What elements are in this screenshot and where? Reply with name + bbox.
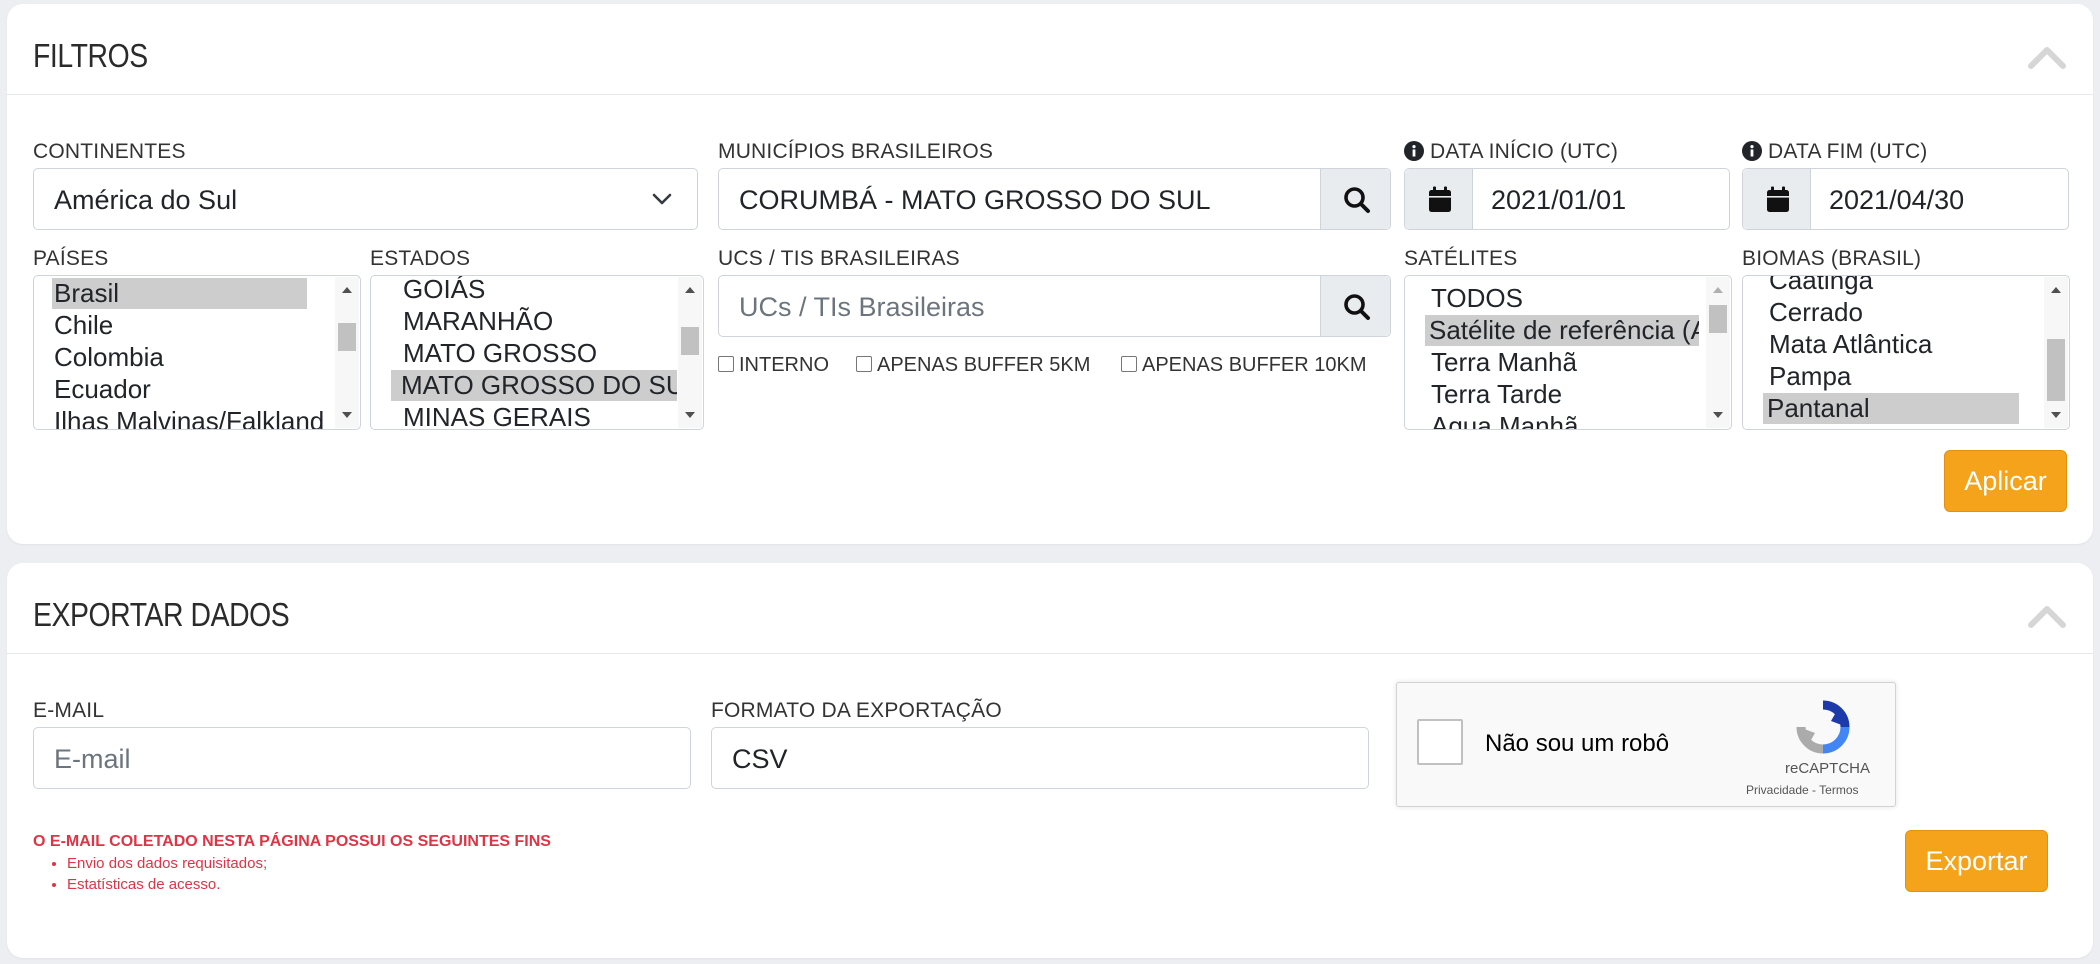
list-item[interactable]: MATO GROSSO DO SUL [391, 370, 677, 401]
checkbox-box[interactable] [718, 356, 734, 372]
list-item[interactable]: GOIÁS [401, 276, 485, 305]
continents-label: CONTINENTES [33, 140, 186, 163]
start-date-input[interactable]: 2021/01/01 [1404, 168, 1730, 230]
list-item: Estatísticas de acesso. [67, 876, 267, 893]
interno-label: INTERNO [739, 354, 829, 376]
biomes-label: BIOMAS (BRASIL) [1742, 247, 1922, 270]
export-title: EXPORTAR DADOS [33, 596, 290, 633]
list-item[interactable]: Pantanal [1763, 393, 2019, 424]
filters-header: FILTROS [7, 4, 2093, 95]
list-item[interactable]: Cerrado [1767, 297, 1863, 328]
export-format-select[interactable]: CSV [711, 727, 1369, 789]
recaptcha-widget: Não sou um robô reCAPTCHA Privacidade - … [1396, 682, 1896, 807]
list-item[interactable]: Colombia [52, 342, 164, 373]
continents-select[interactable]: América do Sul [33, 168, 698, 230]
recaptcha-label: Não sou um robô [1485, 730, 1670, 757]
continents-value: América do Sul [54, 185, 238, 215]
states-scrollbar[interactable] [678, 277, 702, 428]
info-icon [1404, 141, 1424, 161]
chevron-up-icon[interactable] [2027, 44, 2067, 70]
biomes-scrollbar[interactable] [2044, 277, 2068, 428]
list-item[interactable]: Chile [52, 310, 113, 341]
export-button[interactable]: Exportar [1905, 830, 2048, 892]
list-item[interactable]: Terra Tarde [1429, 379, 1562, 410]
countries-label: PAÍSES [33, 247, 109, 270]
buffer10-label: APENAS BUFFER 10KM [1142, 354, 1367, 376]
list-item[interactable]: Pampa [1767, 361, 1851, 392]
list-item: Envio dos dados requisitados; [67, 855, 267, 872]
list-item[interactable]: Ecuador [52, 374, 151, 405]
municipalities-label: MUNICÍPIOS BRASILEIROS [718, 140, 994, 163]
list-item[interactable]: TODOS [1429, 283, 1523, 314]
satellites-listbox[interactable]: TODOS Satélite de referência (A Terra Ma… [1404, 275, 1732, 430]
satellites-scrollbar[interactable] [1706, 277, 1730, 428]
list-item[interactable]: Mata Atlântica [1767, 329, 1932, 360]
buffer5-label: APENAS BUFFER 5KM [877, 354, 1091, 376]
end-date-label-text: DATA FIM (UTC) [1768, 140, 1928, 163]
states-label: ESTADOS [370, 247, 471, 270]
email-placeholder: E-mail [54, 744, 131, 774]
biomes-listbox[interactable]: Caatinga Cerrado Mata Atlântica Pampa Pa… [1742, 275, 2070, 430]
list-item[interactable]: MATO GROSSO [401, 338, 597, 369]
ucs-placeholder: UCs / TIs Brasileiras [739, 292, 985, 322]
end-date-input[interactable]: 2021/04/30 [1742, 168, 2069, 230]
start-date-label: DATA INÍCIO (UTC) [1404, 140, 1618, 164]
ucs-search-button[interactable] [1320, 276, 1390, 336]
list-item[interactable]: Aqua Manhã [1429, 411, 1578, 429]
municipalities-value: CORUMBÁ - MATO GROSSO DO SUL [739, 185, 1211, 215]
chevron-down-icon [652, 193, 672, 205]
apply-button[interactable]: Aplicar [1944, 450, 2067, 512]
list-item[interactable]: Ilhas Malvinas/Falkland [52, 406, 324, 429]
filters-title: FILTROS [33, 37, 148, 74]
email-label: E-MAIL [33, 699, 105, 722]
buffer5-checkbox[interactable]: APENAS BUFFER 5KM [856, 354, 1090, 377]
end-date-calendar-button[interactable] [1743, 169, 1811, 229]
states-listbox[interactable]: GOIÁS MARANHÃO MATO GROSSO MATO GROSSO D… [370, 275, 704, 430]
list-item[interactable]: Caatinga [1767, 276, 1873, 296]
export-panel: EXPORTAR DADOS E-MAIL FORMATO DA EXPORTA… [7, 563, 2093, 958]
recaptcha-logo-icon [1796, 700, 1850, 754]
checkbox-box[interactable] [1121, 356, 1137, 372]
municipalities-input[interactable]: CORUMBÁ - MATO GROSSO DO SUL [718, 168, 1391, 230]
ucs-input[interactable]: UCs / TIs Brasileiras [718, 275, 1391, 337]
interno-checkbox[interactable]: INTERNO [718, 354, 829, 377]
list-item[interactable]: Satélite de referência (A [1425, 315, 1699, 346]
chevron-up-icon[interactable] [2027, 603, 2067, 629]
satellites-label: SATÉLITES [1404, 247, 1518, 270]
buffer10-checkbox[interactable]: APENAS BUFFER 10KM [1121, 354, 1367, 377]
recaptcha-links[interactable]: Privacidade - Termos [1746, 783, 1859, 797]
countries-listbox[interactable]: Brasil Chile Colombia Ecuador Ilhas Malv… [33, 275, 361, 430]
list-item[interactable]: MARANHÃO [401, 306, 553, 337]
recaptcha-checkbox[interactable] [1417, 719, 1463, 765]
countries-scrollbar[interactable] [335, 277, 359, 428]
end-date-label: DATA FIM (UTC) [1742, 140, 1928, 164]
export-format-label: FORMATO DA EXPORTAÇÃO [711, 699, 1002, 722]
recaptcha-brand: reCAPTCHA [1785, 760, 1871, 777]
list-item[interactable]: MINAS GERAIS [401, 402, 591, 429]
start-date-value: 2021/01/01 [1491, 185, 1627, 215]
search-icon [1344, 187, 1370, 213]
search-icon [1344, 294, 1370, 320]
checkbox-box[interactable] [856, 356, 872, 372]
list-item[interactable]: Terra Manhã [1429, 347, 1577, 378]
municipalities-search-button[interactable] [1320, 169, 1390, 229]
info-icon [1742, 141, 1762, 161]
calendar-icon [1767, 186, 1789, 212]
export-header: EXPORTAR DADOS [7, 563, 2093, 654]
start-date-label-text: DATA INÍCIO (UTC) [1430, 140, 1619, 163]
list-item[interactable]: Brasil [52, 278, 307, 309]
email-notice-title: O E-MAIL COLETADO NESTA PÁGINA POSSUI OS… [33, 833, 551, 850]
end-date-value: 2021/04/30 [1829, 185, 1965, 215]
filters-panel: FILTROS CONTINENTES MUNICÍPIOS BRASILEIR… [7, 4, 2093, 544]
email-notice-list: Envio dos dados requisitados; Estatístic… [67, 855, 267, 897]
email-input[interactable]: E-mail [33, 727, 691, 789]
export-format-value: CSV [732, 744, 788, 774]
calendar-icon [1429, 186, 1451, 212]
start-date-calendar-button[interactable] [1405, 169, 1473, 229]
ucs-label: UCS / TIS BRASILEIRAS [718, 247, 960, 270]
